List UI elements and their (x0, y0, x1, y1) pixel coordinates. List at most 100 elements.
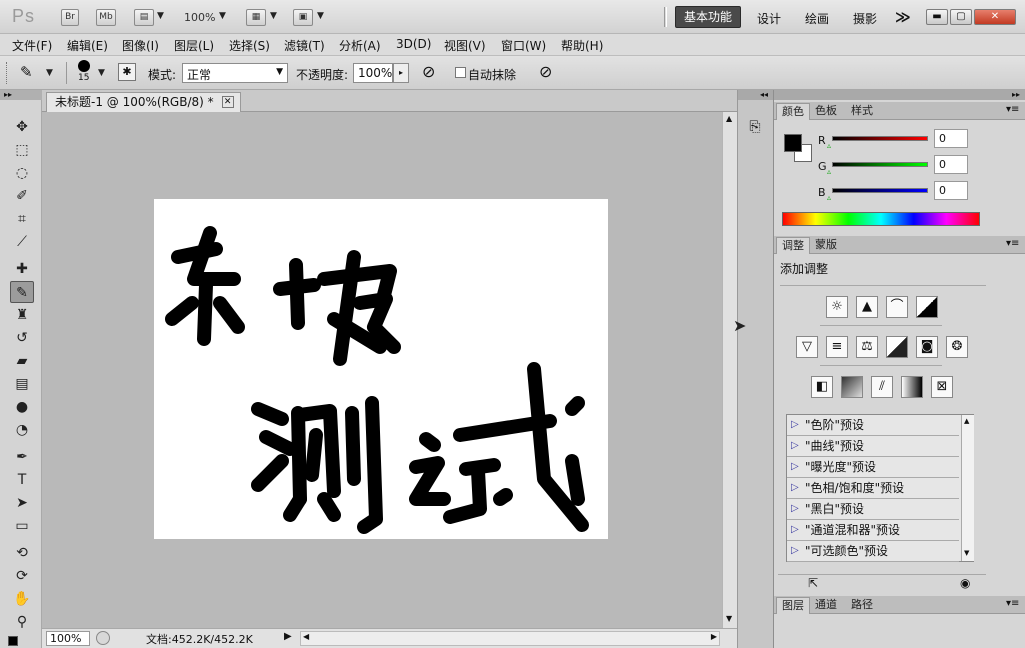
threshold-icon[interactable]: ⫽ (871, 376, 893, 398)
auto-erase-checkbox[interactable] (455, 67, 466, 78)
collapse-icon[interactable]: ▸▸ (0, 90, 42, 100)
color-spectrum-bar[interactable] (782, 212, 980, 226)
menu-file[interactable]: 文件(F) (12, 37, 52, 54)
gradient-tool-icon[interactable]: ▤ (10, 373, 34, 395)
eraser-tool-icon[interactable]: ▰ (10, 350, 34, 372)
selective-color-icon[interactable]: ⊠ (931, 376, 953, 398)
green-value-field[interactable]: 0 (934, 155, 968, 174)
type-tool-icon[interactable]: T (10, 469, 34, 491)
red-slider[interactable] (832, 136, 928, 141)
menu-analysis[interactable]: 分析(A) (339, 37, 381, 54)
tab-swatches[interactable]: 色板 (810, 103, 842, 120)
status-info-icon[interactable] (96, 631, 110, 645)
preset-black-white[interactable]: ▷ "黑白"预设 (787, 499, 959, 520)
marquee-tool-icon[interactable]: ⬚ (10, 139, 34, 161)
menu-view[interactable]: 视图(V) (444, 37, 486, 54)
menu-select[interactable]: 选择(S) (229, 37, 270, 54)
brightness-contrast-icon[interactable]: ☼ (826, 296, 848, 318)
mini-bridge-button[interactable]: Mb (96, 9, 116, 26)
blue-value-field[interactable]: 0 (934, 181, 968, 200)
posterize-icon[interactable] (841, 376, 863, 398)
pressure-opacity-icon[interactable]: ⊘ (422, 62, 435, 81)
tab-layers[interactable]: 图层 (776, 597, 810, 614)
panel-menu-icon[interactable]: ▾≡ (1006, 104, 1019, 115)
scroll-down-icon[interactable]: ▼ (964, 549, 969, 557)
brush-panel-icon[interactable]: ✱ (118, 63, 136, 81)
menu-window[interactable]: 窗口(W) (501, 37, 546, 54)
clip-to-layer-icon[interactable]: ⇱ (808, 576, 818, 590)
3d-rotate-tool-icon[interactable]: ⟲ (10, 542, 34, 564)
invert-icon[interactable]: ◧ (811, 376, 833, 398)
workspace-design[interactable]: 设计 (757, 10, 781, 27)
channel-mixer-icon[interactable]: ❂ (946, 336, 968, 358)
menu-help[interactable]: 帮助(H) (561, 37, 603, 54)
gradient-map-icon[interactable] (901, 376, 923, 398)
opacity-input[interactable]: 100% (353, 63, 393, 83)
menu-3d[interactable]: 3D(D) (396, 37, 431, 51)
chevron-down-icon[interactable]: ▼ (219, 11, 226, 21)
path-select-tool-icon[interactable]: ➤ (10, 492, 34, 514)
move-tool-icon[interactable]: ✥ (10, 116, 34, 138)
blue-slider[interactable] (832, 188, 928, 193)
zoom-tool-icon[interactable]: ⚲ (10, 611, 34, 633)
panel-menu-icon[interactable]: ▾≡ (1006, 238, 1019, 249)
foreground-color-swatch[interactable] (8, 636, 18, 646)
preset-selective-color[interactable]: ▷ "可选颜色"预设 (787, 541, 959, 562)
photo-filter-icon[interactable]: ◙ (916, 336, 938, 358)
vibrance-icon[interactable]: ▽ (796, 336, 818, 358)
reset-icon[interactable]: ◉ (960, 576, 970, 590)
chevron-down-icon[interactable]: ▼ (270, 11, 277, 21)
tab-styles[interactable]: 样式 (846, 103, 878, 120)
pencil-tool-icon[interactable]: ✎ (10, 281, 34, 303)
bridge-button[interactable]: Br (61, 9, 79, 26)
more-workspaces-icon[interactable]: ≫ (895, 8, 911, 26)
scroll-right-icon[interactable]: ▶ (711, 632, 717, 641)
scroll-down-icon[interactable]: ▼ (726, 614, 732, 623)
history-panel-icon[interactable]: ⎘ (744, 116, 766, 138)
minimize-button[interactable]: ▬ (926, 9, 948, 25)
clone-stamp-tool-icon[interactable]: ♜ (10, 304, 34, 326)
panel-menu-icon[interactable]: ▾≡ (1006, 598, 1019, 609)
scroll-up-icon[interactable]: ▲ (726, 114, 732, 123)
levels-icon[interactable]: ▲ (856, 296, 878, 318)
preset-hue-saturation[interactable]: ▷ "色相/饱和度"预设 (787, 478, 959, 499)
foreground-color-swatch[interactable] (784, 134, 802, 152)
screen-mode-button[interactable]: ▣ (293, 9, 313, 26)
mode-select[interactable]: 正常 ▼ (182, 63, 288, 83)
tab-masks[interactable]: 蒙版 (810, 237, 842, 254)
horizontal-scrollbar[interactable]: ◀ ▶ (300, 631, 720, 646)
chevron-down-icon[interactable]: ▼ (317, 11, 324, 21)
lasso-tool-icon[interactable]: ◌ (10, 162, 34, 184)
document-tab[interactable]: 未标题-1 @ 100%(RGB/8) * ✕ (46, 92, 241, 112)
chevron-down-icon[interactable]: ▼ (157, 11, 164, 21)
view-extras-button[interactable]: ▤ (134, 9, 154, 26)
collapse-panels-icon[interactable]: ▸▸ (774, 90, 1025, 100)
quick-select-tool-icon[interactable]: ✐ (10, 185, 34, 207)
chevron-down-icon[interactable]: ▼ (98, 68, 105, 78)
preset-exposure[interactable]: ▷ "曝光度"预设 (787, 457, 959, 478)
close-button[interactable]: ✕ (974, 9, 1016, 25)
pen-tool-icon[interactable]: ✒ (10, 446, 34, 468)
tab-adjustments[interactable]: 调整 (776, 237, 810, 254)
preset-levels[interactable]: ▷ "色阶"预设 (787, 415, 959, 436)
blur-tool-icon[interactable]: ● (10, 396, 34, 418)
pressure-size-icon[interactable]: ⊘ (539, 62, 552, 81)
expand-dock-icon[interactable]: ◂◂ (738, 90, 774, 100)
close-tab-icon[interactable]: ✕ (221, 96, 234, 108)
vertical-scrollbar[interactable]: ▲ ▼ (722, 112, 737, 628)
tab-channels[interactable]: 通道 (810, 597, 842, 614)
slider-handle-icon[interactable]: ▵ (827, 167, 831, 176)
slider-handle-icon[interactable]: ▵ (827, 193, 831, 202)
status-zoom-field[interactable]: 100% (46, 631, 90, 646)
hand-tool-icon[interactable]: ✋ (10, 588, 34, 610)
preset-channel-mixer[interactable]: ▷ "通道混和器"预设 (787, 520, 959, 541)
black-white-icon[interactable] (886, 336, 908, 358)
shape-tool-icon[interactable]: ▭ (10, 515, 34, 537)
zoom-level[interactable]: 100% (184, 11, 215, 24)
brush-preview-icon[interactable] (78, 60, 90, 72)
eyedropper-tool-icon[interactable]: ⟋ (10, 231, 34, 253)
menu-filter[interactable]: 滤镜(T) (284, 37, 325, 54)
tab-color[interactable]: 颜色 (776, 103, 810, 120)
opacity-slider-button[interactable]: ▸ (393, 63, 409, 83)
red-value-field[interactable]: 0 (934, 129, 968, 148)
